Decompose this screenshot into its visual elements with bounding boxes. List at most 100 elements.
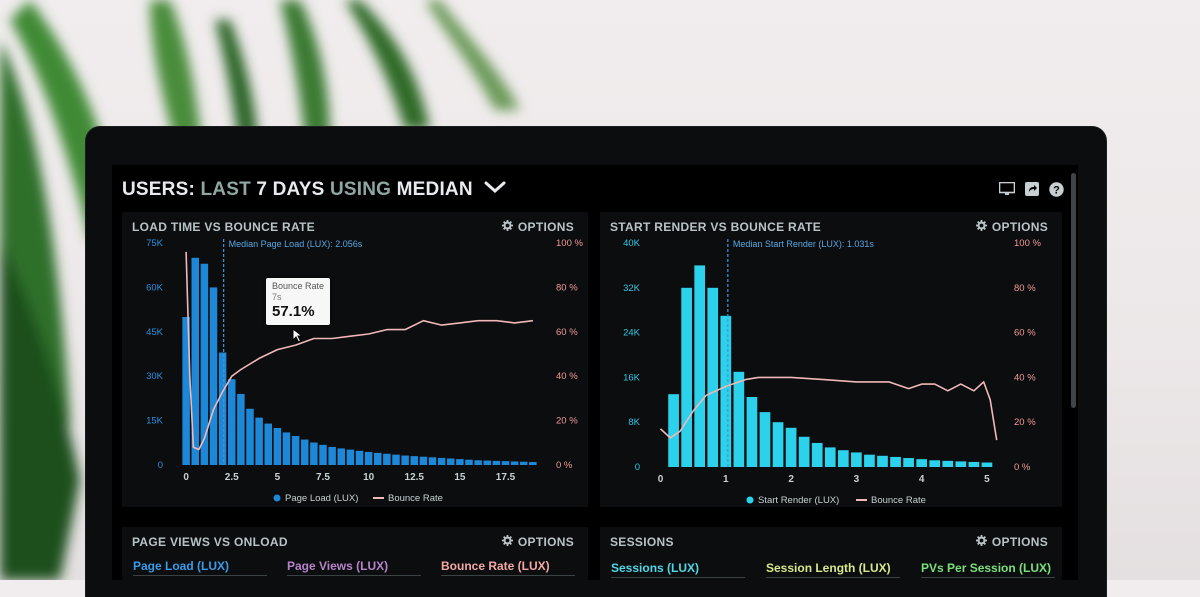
y-right-tick-label: 60 %	[1014, 328, 1036, 339]
page-views-panel: PAGE VIEWS VS ONLOAD OPTIONS Page Load (…	[122, 527, 588, 580]
bar	[383, 453, 391, 465]
x-tick-label: 2.5	[225, 472, 239, 483]
tab-sessions[interactable]: Sessions (LUX)	[611, 561, 699, 575]
chevron-down-icon[interactable]	[484, 177, 506, 199]
bar	[890, 456, 901, 467]
sessions-panel: SESSIONS OPTIONS Sessions (LUX) Session …	[600, 527, 1062, 580]
bar	[720, 315, 732, 467]
legend-bar-marker	[273, 494, 281, 502]
dashboard-screen: USERS: LAST 7 DAYS USING MEDIAN ? LOAD T…	[112, 165, 1078, 580]
bar	[447, 458, 455, 465]
sessions-options-label: OPTIONS	[991, 535, 1048, 549]
bar	[301, 439, 309, 465]
vertical-scrollbar[interactable]	[1071, 173, 1076, 408]
bar	[355, 450, 364, 465]
bar	[707, 287, 719, 467]
bar	[864, 454, 875, 467]
bar	[668, 394, 679, 467]
page-views-title: PAGE VIEWS VS ONLOAD	[132, 535, 288, 549]
bar	[501, 461, 510, 465]
y-right-tick-label: 20 %	[556, 416, 578, 427]
bar	[877, 455, 888, 467]
bar	[419, 456, 428, 465]
bar	[218, 352, 227, 465]
x-tick-label: 12.5	[405, 472, 425, 483]
tab-page-views[interactable]: Page Views (LUX)	[287, 559, 388, 573]
y-right-tick-label: 60 %	[556, 327, 578, 338]
y-left-tick-label: 0	[635, 462, 640, 473]
bar	[246, 408, 254, 465]
page-views-options-label: OPTIONS	[517, 535, 574, 549]
tab-pvs-per-session[interactable]: PVs Per Session (LUX)	[921, 561, 1051, 575]
page-title[interactable]: USERS: LAST 7 DAYS USING MEDIAN	[122, 177, 506, 201]
bar	[968, 461, 980, 467]
bar	[437, 457, 446, 465]
sessions-title: SESSIONS	[610, 535, 674, 549]
bar	[955, 461, 967, 467]
help-icon[interactable]: ?	[1049, 182, 1064, 197]
page-views-options-button[interactable]: OPTIONS	[501, 535, 574, 549]
y-left-tick-label: 0	[158, 460, 163, 471]
bar	[520, 461, 528, 465]
y-left-tick-label: 15K	[146, 416, 164, 427]
x-tick-label: 1	[723, 474, 729, 485]
x-tick-label: 10	[363, 472, 375, 483]
bar	[942, 460, 954, 467]
bar	[392, 454, 400, 465]
tab-page-load[interactable]: Page Load (LUX)	[133, 559, 229, 573]
y-right-tick-label: 100 %	[556, 238, 583, 249]
bounce-rate-tooltip: Bounce Rate 7s 57.1%	[266, 278, 331, 325]
x-tick-label: 4	[919, 474, 925, 485]
tab-session-length[interactable]: Session Length (LUX)	[766, 561, 891, 575]
bar	[237, 393, 245, 465]
x-tick-label: 3	[854, 474, 860, 485]
bar	[428, 457, 437, 465]
y-left-tick-label: 45K	[146, 327, 164, 338]
bar	[681, 287, 692, 467]
x-tick-label: 2	[788, 474, 794, 485]
bar	[929, 460, 941, 467]
x-tick-label: 15	[454, 472, 466, 483]
x-tick-label: 0	[658, 474, 664, 485]
bar	[474, 460, 482, 465]
median-label: Median Page Load (LUX): 2.056s	[229, 239, 363, 249]
bar	[916, 459, 928, 467]
bar	[456, 459, 464, 465]
monitor-icon[interactable]	[999, 182, 1015, 197]
bar	[529, 462, 537, 465]
y-left-tick-label: 32K	[623, 283, 641, 294]
svg-text:?: ?	[1053, 185, 1060, 197]
x-tick-label: 0	[183, 472, 189, 483]
legend-bar-label: Start Render (LUX)	[758, 495, 839, 506]
share-icon[interactable]	[1025, 182, 1039, 197]
bar	[981, 462, 993, 467]
legend-bar-label: Page Load (LUX)	[285, 493, 358, 504]
bar	[694, 265, 706, 467]
bar	[319, 444, 327, 465]
legend-line-label: Bounce Rate	[871, 495, 926, 506]
bar	[209, 287, 218, 465]
legend-bar-marker	[746, 496, 754, 504]
tab-bounce-rate[interactable]: Bounce Rate (LUX)	[441, 559, 550, 573]
bar	[328, 446, 336, 465]
tooltip-series: Bounce Rate	[272, 281, 325, 291]
header-icons: ?	[999, 182, 1064, 197]
bar	[200, 263, 209, 465]
bar	[733, 371, 745, 467]
x-tick-label: 7.5	[316, 472, 330, 483]
bar	[264, 423, 272, 465]
bar	[811, 442, 823, 467]
cursor-icon	[292, 328, 304, 343]
bar	[824, 447, 836, 467]
median-label: Median Start Render (LUX): 1.031s	[733, 239, 875, 249]
bar	[346, 449, 355, 465]
tooltip-value: 57.1%	[272, 303, 315, 320]
bar	[837, 450, 849, 467]
median-label: MEDIAN	[396, 179, 473, 200]
using-label: USING	[329, 179, 392, 200]
y-right-tick-label: 80 %	[556, 282, 578, 293]
sessions-options-button[interactable]: OPTIONS	[975, 535, 1048, 549]
x-tick-label: 17.5	[496, 472, 516, 483]
y-right-tick-label: 20 %	[1014, 417, 1036, 428]
y-left-tick-label: 40K	[623, 238, 641, 249]
